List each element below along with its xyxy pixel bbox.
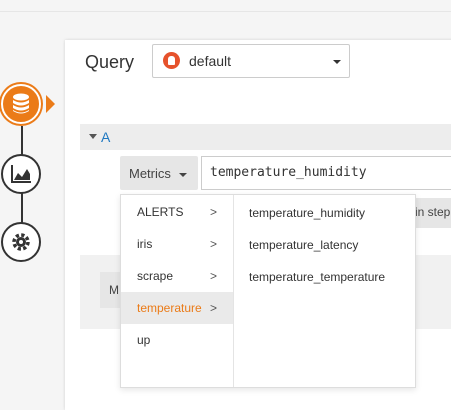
gear-icon <box>12 233 30 251</box>
metrics-dropdown: ALERTS > iris > scrape > temperature > u… <box>120 194 416 388</box>
top-divider <box>0 11 451 12</box>
metric-category-iris[interactable]: iris > <box>121 228 233 260</box>
chevron-down-icon <box>333 60 341 64</box>
metric-category-alerts[interactable]: ALERTS > <box>121 196 233 228</box>
category-label: ALERTS <box>137 205 184 219</box>
category-label: up <box>137 333 151 347</box>
metric-category-list: ALERTS > iris > scrape > temperature > u… <box>121 195 234 387</box>
step-queries[interactable] <box>1 84 41 124</box>
step-visualization[interactable] <box>1 154 41 194</box>
metric-option-temperature-humidity[interactable]: temperature_humidity <box>249 206 365 220</box>
chevron-down-icon <box>179 173 187 177</box>
metrics-button-label: Metrics <box>129 166 171 181</box>
datasource-name: default <box>189 53 232 69</box>
chart-icon <box>11 165 31 183</box>
step-general[interactable] <box>1 222 41 262</box>
query-ref-id[interactable]: A <box>101 129 110 145</box>
options-chip-label: M <box>109 283 119 297</box>
step-option-chip[interactable]: in step <box>410 198 451 228</box>
metrics-button[interactable]: Metrics <box>120 156 198 190</box>
collapse-caret-icon[interactable] <box>89 134 97 139</box>
metric-category-temperature[interactable]: temperature > <box>121 292 233 324</box>
datasource-select[interactable]: default <box>152 44 350 78</box>
chevron-right-icon: > <box>210 237 218 251</box>
metric-query-input[interactable]: temperature_humidity <box>201 156 451 190</box>
query-heading: Query <box>85 52 135 72</box>
metric-option-temperature-latency[interactable]: temperature_latency <box>249 238 358 252</box>
category-label: scrape <box>137 269 174 283</box>
metric-category-scrape[interactable]: scrape > <box>121 260 233 292</box>
step-option-label: in step <box>415 205 451 219</box>
chevron-right-icon: > <box>210 301 218 315</box>
chevron-right-icon: > <box>210 205 218 219</box>
metric-option-temperature-temperature[interactable]: temperature_temperature <box>249 270 385 284</box>
prometheus-icon <box>163 52 180 69</box>
category-label: temperature <box>137 301 202 315</box>
category-label: iris <box>137 237 153 251</box>
query-row-header[interactable]: A <box>80 124 451 150</box>
database-icon <box>13 93 29 114</box>
chevron-right-icon: > <box>210 269 218 283</box>
active-step-arrow <box>46 95 55 113</box>
metric-category-up[interactable]: up <box>121 324 233 356</box>
